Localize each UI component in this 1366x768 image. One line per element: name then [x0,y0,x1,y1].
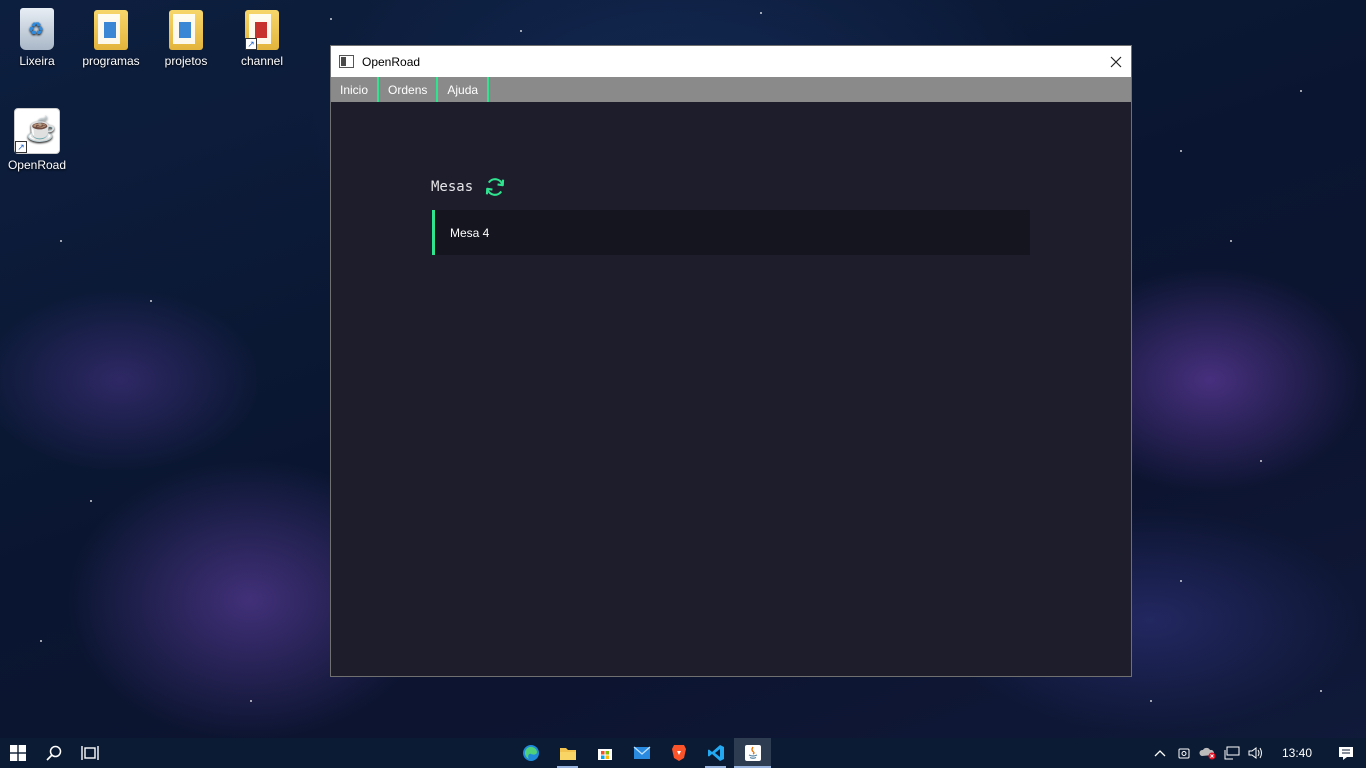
close-icon [1110,56,1122,67]
window-titlebar[interactable]: OpenRoad [331,46,1131,77]
vscode-icon [707,745,724,761]
taskbar-app-file-explorer[interactable] [549,738,586,768]
search-icon [46,745,62,761]
shortcut-arrow-icon: ↗ [245,38,257,50]
desktop-icon-label: projetos [164,54,208,68]
file-explorer-icon [559,748,576,760]
taskbar: 13:40 [0,738,1366,768]
section-header: Mesas [431,176,506,198]
section-title: Mesas [431,179,474,195]
taskbar-clock[interactable]: 13:40 [1268,746,1326,760]
taskbar-apps [512,738,771,768]
folder-icon [169,10,203,50]
list-item[interactable]: Mesa 4 [432,210,1030,255]
menu-item-inicio[interactable]: Inicio [331,77,380,102]
taskbar-app-mail[interactable] [623,738,660,768]
tray-camera-icon[interactable] [1172,738,1196,768]
window-title: OpenRoad [362,54,421,69]
window-content: Mesas Mesa 4 [331,102,1131,676]
desktop-icon-openroad[interactable]: ↗ OpenRoad [0,108,74,172]
app-window-icon [339,55,354,68]
menu-bar: Inicio Ordens Ajuda [331,77,1131,102]
show-hidden-icons-button[interactable] [1148,738,1172,768]
volume-icon [1248,747,1262,759]
brave-icon [671,745,686,761]
table-list: Mesa 4 [432,210,1030,255]
menu-item-ajuda[interactable]: Ajuda [438,77,490,102]
desktop-icon-channel[interactable]: ↗ channel [225,10,299,68]
desktop-icon-label: OpenRoad [7,158,67,172]
menu-item-ordens[interactable]: Ordens [379,77,439,102]
folder-shortcut-icon: ↗ [245,10,279,50]
recycle-bin-icon [20,8,54,50]
camera-icon [1178,748,1190,759]
task-view-icon [81,746,99,760]
java-app-icon [744,745,761,761]
windows-logo-icon [10,745,26,761]
taskbar-app-store[interactable] [586,738,623,768]
desktop-icon-lixeira[interactable]: Lixeira [0,8,74,68]
edge-icon [522,745,539,761]
refresh-icon[interactable] [484,176,506,198]
system-tray: 13:40 [1148,738,1366,768]
taskbar-app-java[interactable] [734,738,771,768]
search-button[interactable] [36,738,72,768]
java-shortcut-icon: ↗ [14,108,60,154]
folder-icon [94,10,128,50]
action-center-button[interactable] [1326,738,1366,768]
desktop-icon-label: Lixeira [19,54,55,68]
desktop-icon-label: programas [82,54,140,68]
task-view-button[interactable] [72,738,108,768]
taskbar-app-edge[interactable] [512,738,549,768]
tray-volume-icon[interactable] [1244,738,1268,768]
desktop-icon-label: channel [240,54,284,68]
shortcut-arrow-icon: ↗ [15,141,27,153]
table-label: Mesa 4 [450,225,490,240]
openroad-window: OpenRoad Inicio Ordens Ajuda Mesas Mesa … [330,45,1132,677]
microsoft-store-icon [597,749,612,760]
mail-icon [633,746,650,759]
notification-icon [1339,746,1353,760]
desktop-icon-programas[interactable]: programas [74,10,148,68]
close-button[interactable] [1101,46,1131,77]
taskbar-app-brave[interactable] [660,738,697,768]
taskbar-app-vscode[interactable] [697,738,734,768]
chevron-up-icon [1154,750,1166,757]
desktop-icon-projetos[interactable]: projetos [149,10,223,68]
network-icon [1224,746,1240,760]
start-button[interactable] [0,738,36,768]
tray-network-icon[interactable] [1220,738,1244,768]
cloud-error-icon [1199,747,1216,760]
tray-onedrive-icon[interactable] [1196,738,1220,768]
